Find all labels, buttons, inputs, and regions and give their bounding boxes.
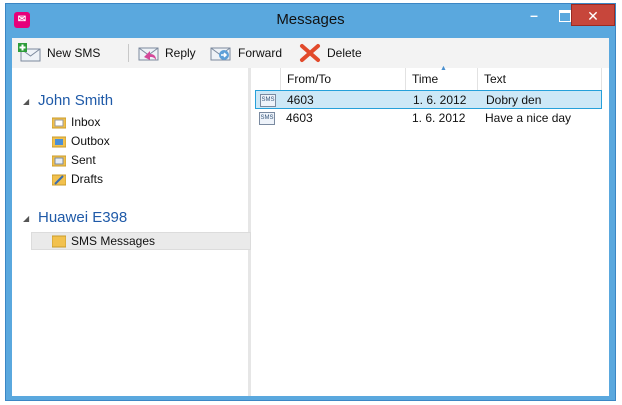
sent-folder-icon <box>52 155 66 167</box>
reply-label: Reply <box>165 46 196 60</box>
maximize-icon <box>559 10 571 23</box>
close-button[interactable]: ✕ <box>571 4 615 26</box>
forward-button[interactable]: Forward <box>209 42 282 64</box>
row-time: 1. 6. 2012 <box>413 93 467 107</box>
row-time: 1. 6. 2012 <box>412 111 466 125</box>
folder-sms-messages-label: SMS Messages <box>71 234 156 248</box>
row-from: 4603 <box>287 93 314 107</box>
message-list: From/To Time ▲ Text SMS 4603 1. 6. 2012 … <box>251 65 609 396</box>
content-area: ◢ John Smith Inbox Outbox Sent Drafts ◢ … <box>12 65 609 396</box>
toolbar-separator <box>128 44 129 62</box>
folder-inbox[interactable]: Inbox <box>52 115 100 129</box>
column-header-time-label: Time <box>412 72 439 86</box>
new-sms-icon <box>18 43 41 62</box>
folder-sent-label: Sent <box>71 153 96 167</box>
sort-ascending-icon: ▲ <box>440 65 447 72</box>
title-bar[interactable]: ✉ Messages – ✕ <box>6 4 615 38</box>
folder-sms-messages[interactable]: SMS Messages <box>31 232 251 250</box>
sms-folder-icon <box>52 235 66 248</box>
forward-icon <box>210 47 231 61</box>
folder-tree: ◢ John Smith Inbox Outbox Sent Drafts ◢ … <box>12 68 251 396</box>
expand-arrow-icon[interactable]: ◢ <box>23 214 29 223</box>
delete-button[interactable]: Delete <box>298 42 362 64</box>
forward-label: Forward <box>238 46 283 60</box>
toolbar: New SMS Reply Forward Delete <box>12 38 609 69</box>
folder-inbox-label: Inbox <box>71 115 101 129</box>
messages-window: ✉ Messages – ✕ New SMS Reply Forward Del… <box>5 3 616 401</box>
reply-icon <box>138 47 159 61</box>
reply-button[interactable]: Reply <box>136 42 196 64</box>
column-header-text[interactable]: Text <box>478 68 602 90</box>
row-text: Dobry den <box>486 93 542 107</box>
row-text: Have a nice day <box>485 111 572 125</box>
delete-icon <box>300 44 320 62</box>
folder-drafts[interactable]: Drafts <box>52 172 103 186</box>
folder-drafts-label: Drafts <box>71 172 104 186</box>
new-sms-label: New SMS <box>47 46 101 60</box>
folder-outbox[interactable]: Outbox <box>52 134 110 148</box>
column-header-icon[interactable] <box>251 68 281 90</box>
delete-label: Delete <box>327 46 362 60</box>
sms-icon: SMS <box>260 94 276 107</box>
folder-outbox-label: Outbox <box>71 134 110 148</box>
account-huawei-e398[interactable]: Huawei E398 <box>38 209 127 226</box>
account-john-smith[interactable]: John Smith <box>38 92 113 109</box>
expand-arrow-icon[interactable]: ◢ <box>23 97 29 106</box>
table-row[interactable]: SMS 4603 1. 6. 2012 Have a nice day <box>255 109 602 128</box>
inbox-folder-icon <box>52 117 66 129</box>
outbox-folder-icon <box>52 136 66 148</box>
drafts-folder-icon <box>52 174 66 186</box>
minimize-button[interactable]: – <box>519 4 549 26</box>
folder-sent[interactable]: Sent <box>52 153 96 167</box>
new-sms-button[interactable]: New SMS <box>18 42 100 64</box>
table-row[interactable]: SMS 4603 1. 6. 2012 Dobry den <box>255 90 602 109</box>
sms-icon: SMS <box>259 112 275 125</box>
row-from: 4603 <box>286 111 313 125</box>
column-header-from[interactable]: From/To <box>281 68 406 90</box>
